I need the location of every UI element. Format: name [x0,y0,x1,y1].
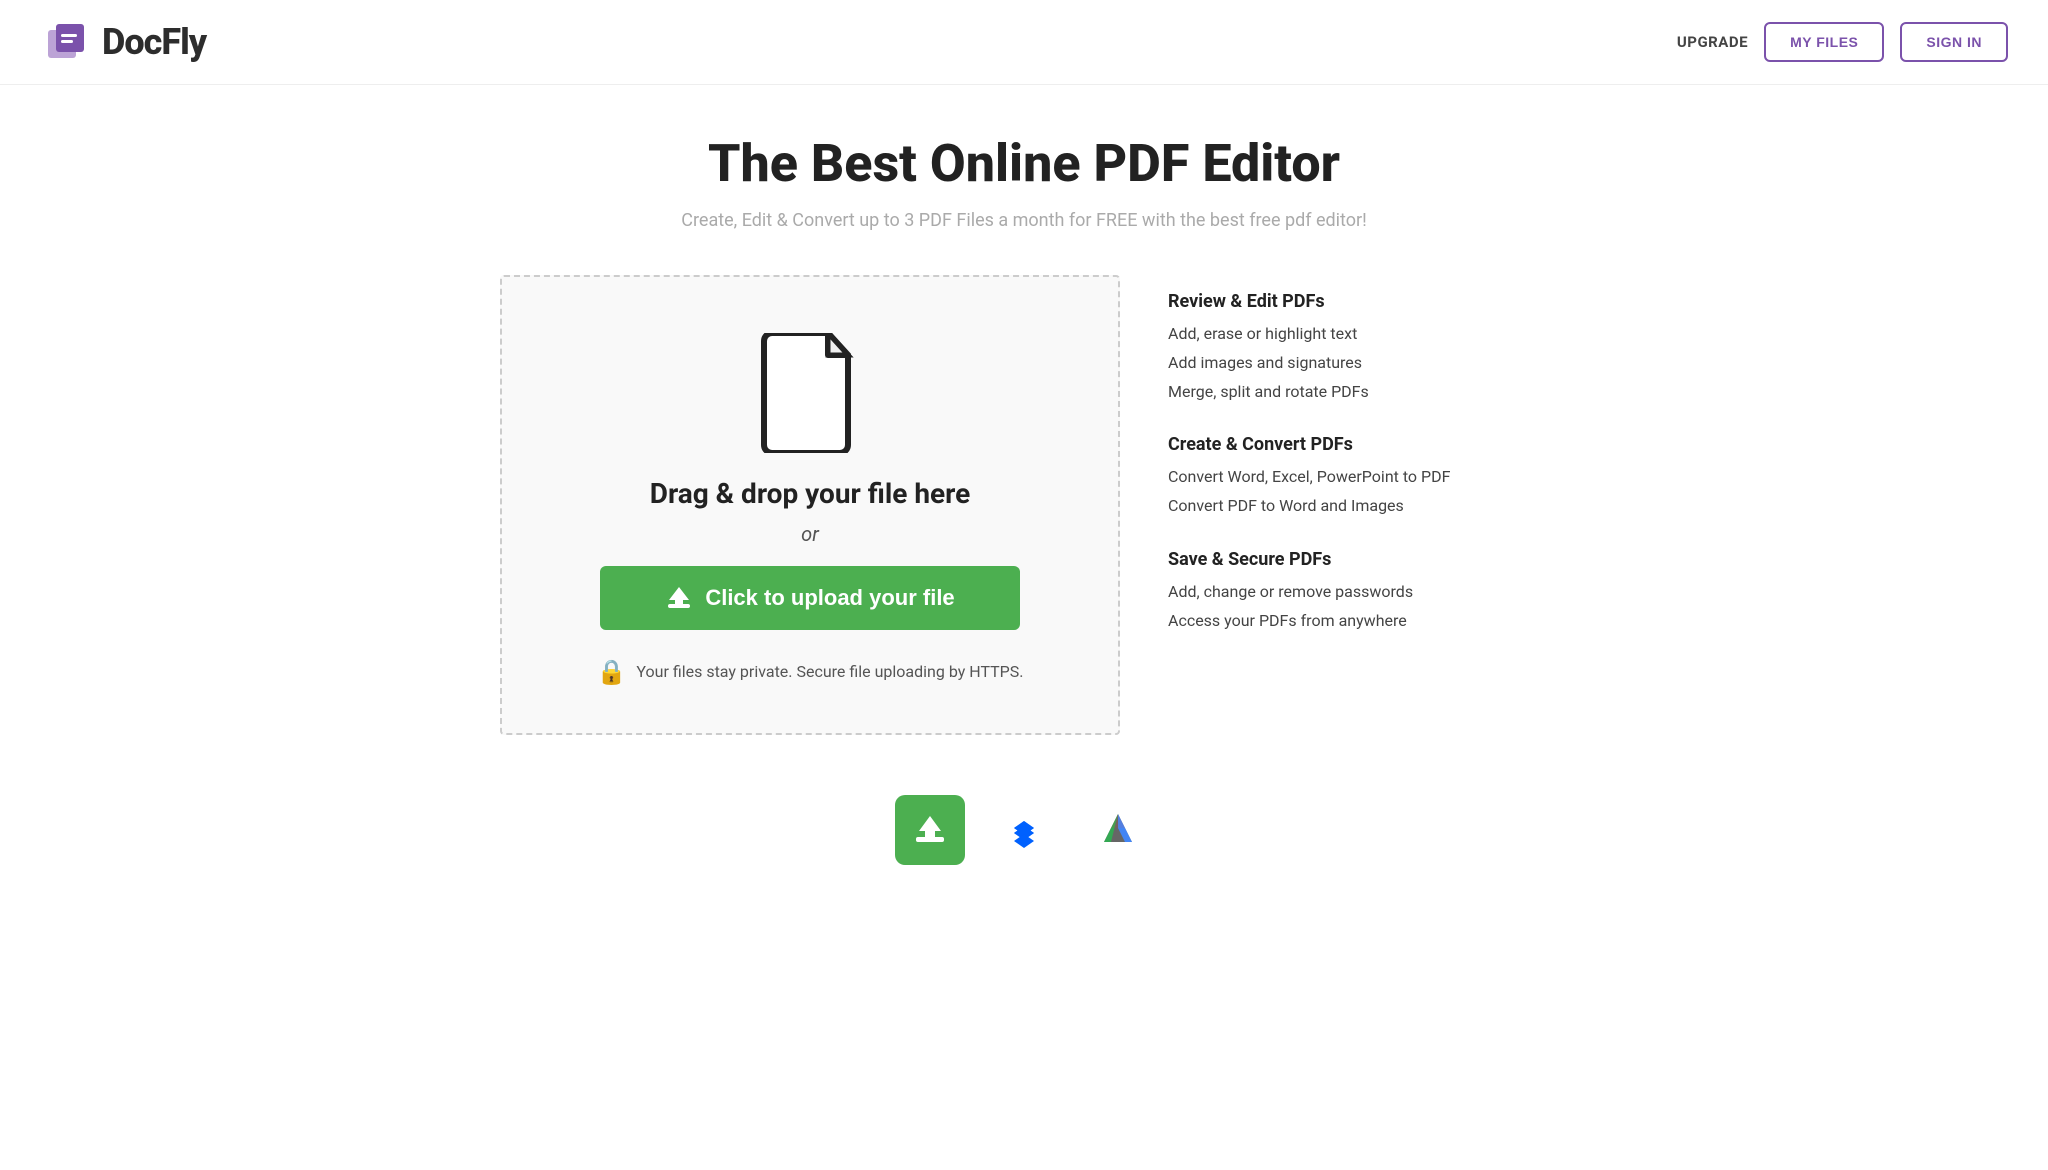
feature-group-save: Save & Secure PDFs Add, change or remove… [1168,549,1548,636]
file-document-icon [760,333,860,457]
feature-item-7: Access your PDFs from anywhere [1168,607,1548,636]
drag-drop-text: Drag & drop your file here [650,477,971,510]
feature-group-create: Create & Convert PDFs Convert Word, Exce… [1168,434,1548,521]
feature-group-title-review: Review & Edit PDFs [1168,291,1548,312]
or-divider-text: or [801,522,819,546]
hero-title: The Best Online PDF Editor [40,133,2008,194]
docfly-logo-icon [40,16,92,68]
lock-icon: 🔒 [597,658,627,686]
main-content: Drag & drop your file here or Click to u… [324,255,1724,775]
logo[interactable]: DocFly [40,16,206,68]
upload-file-button[interactable]: Click to upload your file [600,566,1020,630]
features-panel: Review & Edit PDFs Add, erase or highlig… [1168,275,1548,664]
hero-subtitle: Create, Edit & Convert up to 3 PDF Files… [40,210,2008,231]
feature-item-4: Convert Word, Excel, PowerPoint to PDF [1168,463,1548,492]
sign-in-button[interactable]: SIGN IN [1900,22,2008,62]
security-text: Your files stay private. Secure file upl… [636,662,1023,681]
upload-arrow-icon [665,584,693,612]
feature-item-2: Add images and signatures [1168,349,1548,378]
header-nav: UPGRADE MY FILES SIGN IN [1677,22,2008,62]
local-upload-icon-button[interactable] [895,795,965,865]
upload-btn-label: Click to upload your file [705,585,954,611]
google-drive-icon-button[interactable] [1083,795,1153,865]
feature-group-review: Review & Edit PDFs Add, erase or highlig… [1168,291,1548,406]
upload-zone[interactable]: Drag & drop your file here or Click to u… [500,275,1120,735]
dropbox-icon-button[interactable] [989,795,1059,865]
local-upload-icon [913,813,947,847]
hero-section: The Best Online PDF Editor Create, Edit … [0,85,2048,255]
logo-text: DocFly [102,21,206,63]
feature-item-1: Add, erase or highlight text [1168,320,1548,349]
dropbox-icon [1004,810,1044,850]
bottom-icons-row [0,775,2048,905]
my-files-button[interactable]: MY FILES [1764,22,1884,62]
feature-item-3: Merge, split and rotate PDFs [1168,378,1548,407]
feature-item-6: Add, change or remove passwords [1168,578,1548,607]
feature-group-title-save: Save & Secure PDFs [1168,549,1548,570]
security-note: 🔒 Your files stay private. Secure file u… [597,658,1024,686]
feature-group-title-create: Create & Convert PDFs [1168,434,1548,455]
upgrade-link[interactable]: UPGRADE [1677,33,1748,51]
google-drive-icon [1098,810,1138,850]
header: DocFly UPGRADE MY FILES SIGN IN [0,0,2048,85]
feature-item-5: Convert PDF to Word and Images [1168,492,1548,521]
